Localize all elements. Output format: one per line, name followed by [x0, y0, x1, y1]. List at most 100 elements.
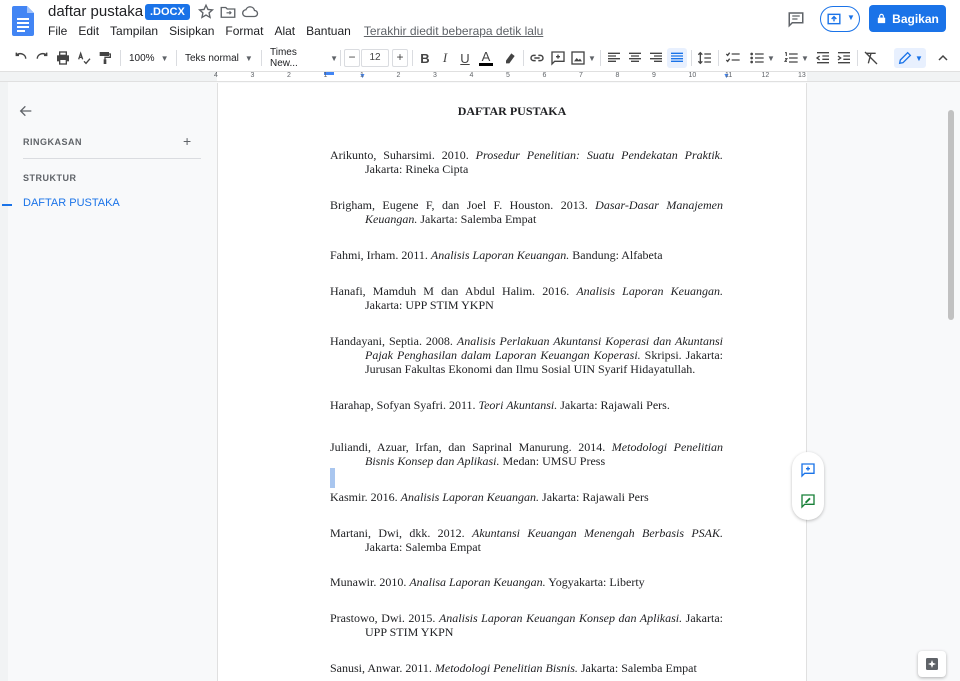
share-button[interactable]: Bagikan: [869, 5, 946, 32]
last-edit-link[interactable]: Terakhir diedit beberapa detik lalu: [364, 24, 543, 38]
decrease-indent-button[interactable]: [814, 48, 832, 68]
clear-formatting-button[interactable]: [862, 48, 880, 68]
reference-entry: Brigham, Eugene F, dan Joel F. Houston. …: [330, 198, 723, 226]
ruler-margin-left: [0, 72, 217, 82]
selection-highlight: [330, 468, 335, 488]
comment-history-icon[interactable]: [787, 10, 805, 28]
menu-help[interactable]: Bantuan: [306, 24, 351, 38]
menu-file[interactable]: File: [48, 24, 67, 38]
ruler-tick-label: 2: [396, 72, 401, 79]
toolbar-divider: [718, 50, 719, 66]
print-button[interactable]: [54, 48, 72, 68]
chevron-down-icon: ▼: [160, 53, 169, 63]
align-left-icon: [608, 52, 620, 62]
collapse-toolbar-button[interactable]: [934, 48, 952, 68]
app-header: daftar pustaka .DOCX File Edit Tampilan …: [0, 0, 960, 44]
reference-entry: Juliandi, Azuar, Irfan, dan Saprinal Man…: [330, 440, 723, 468]
font-family-select[interactable]: Times New... ▼: [270, 47, 338, 69]
add-comment-icon: [551, 51, 565, 66]
document-title[interactable]: daftar pustaka: [48, 3, 143, 20]
reference-entry: Prastowo, Dwi. 2015. Analisis Laporan Ke…: [330, 611, 723, 639]
increase-font-size-button[interactable]: +: [392, 49, 408, 67]
reference-title: Teori Akuntansi.: [478, 398, 558, 412]
paint-format-button[interactable]: [96, 48, 114, 68]
redo-button[interactable]: [33, 48, 51, 68]
horizontal-ruler[interactable]: ▼ ▼ 43211234567891011121314151617: [214, 72, 952, 82]
cloud-status-icon[interactable]: [241, 3, 259, 21]
ruler-tick-label: 7: [579, 72, 583, 79]
ruler-tick-label: 3: [433, 72, 437, 79]
style-value: Teks normal: [185, 52, 239, 64]
font-value: Times New...: [270, 47, 298, 69]
lock-icon: [877, 13, 886, 24]
menu-tools[interactable]: Alat: [274, 24, 295, 38]
menu-edit[interactable]: Edit: [78, 24, 99, 38]
vertical-ruler[interactable]: [0, 82, 8, 681]
increase-indent-button[interactable]: [835, 48, 853, 68]
align-right-button[interactable]: [647, 48, 665, 68]
reference-entry: Sanusi, Anwar. 2011. Metodologi Peneliti…: [330, 661, 723, 675]
reference-entry: Arikunto, Suharsimi. 2010. Prosedur Pene…: [330, 148, 723, 176]
ruler-tick-label: 9: [652, 72, 656, 79]
insert-link-button[interactable]: [528, 48, 546, 68]
numbered-list-button[interactable]: ▼: [781, 48, 811, 68]
reference-author-year: Arikunto, Suharsimi. 2010.: [330, 148, 476, 162]
menu-view[interactable]: Tampilan: [110, 24, 158, 38]
reference-title: Prosedur Penelitian: Suatu Pendekatan Pr…: [475, 148, 723, 162]
present-button[interactable]: ▼: [820, 6, 860, 32]
reference-entry: Fahmi, Irham. 2011. Analisis Laporan Keu…: [330, 248, 723, 262]
text-color-button[interactable]: A: [478, 48, 494, 68]
toolbar-divider: [261, 50, 262, 66]
insert-image-button[interactable]: ▼: [570, 48, 596, 68]
file-type-badge: .DOCX: [145, 4, 190, 20]
outline-item-daftar-pustaka[interactable]: DAFTAR PUSTAKA: [23, 197, 120, 209]
line-spacing-button[interactable]: [696, 48, 714, 68]
italic-button[interactable]: I: [437, 48, 453, 68]
ruler-tick-label: 4: [469, 72, 474, 79]
docs-logo-icon[interactable]: [12, 6, 34, 36]
reference-entry: Harahap, Sofyan Syafri. 2011. Teori Akun…: [330, 398, 723, 412]
add-comment-button[interactable]: [549, 48, 567, 68]
explore-sparkle-icon: [926, 658, 938, 670]
checklist-button[interactable]: [724, 48, 742, 68]
paragraph-style-select[interactable]: Teks normal ▼: [185, 48, 255, 68]
undo-button[interactable]: [12, 48, 30, 68]
reference-author-year: Kasmir. 2016.: [330, 490, 401, 504]
toolbar-divider: [340, 50, 341, 66]
add-summary-button[interactable]: +: [183, 133, 191, 149]
reference-entry: Handayani, Septia. 2008. Analisis Perlak…: [330, 334, 723, 376]
ruler-tick-label: 4: [214, 72, 218, 79]
explore-button[interactable]: [918, 651, 946, 677]
bulleted-list-button[interactable]: ▼: [747, 48, 777, 68]
suggest-edit-icon[interactable]: [800, 493, 816, 509]
zoom-select[interactable]: 100% ▼: [129, 48, 171, 68]
align-left-button[interactable]: [605, 48, 623, 68]
spellcheck-button[interactable]: [75, 48, 93, 68]
chevron-down-icon: ▼: [588, 53, 596, 63]
ruler-tick-label: 8: [615, 72, 620, 79]
reference-title: Analisis Laporan Keuangan Konsep dan Apl…: [438, 611, 683, 625]
editing-mode-button[interactable]: ▼: [894, 48, 926, 68]
decrease-font-size-button[interactable]: −: [344, 49, 360, 67]
vertical-scrollbar[interactable]: [948, 110, 954, 320]
ruler-margin-right: [807, 72, 960, 82]
align-center-button[interactable]: [626, 48, 644, 68]
back-arrow-icon[interactable]: [18, 103, 34, 119]
align-justify-icon: [671, 52, 683, 62]
add-comment-icon[interactable]: [800, 462, 816, 478]
reference-author-year: Fahmi, Irham. 2011.: [330, 248, 431, 262]
active-heading-marker: [2, 204, 12, 206]
reference-author-year: Juliandi, Azuar, Irfan, dan Saprinal Man…: [330, 440, 612, 454]
ruler-tick-label: 13: [798, 72, 806, 79]
menu-insert[interactable]: Sisipkan: [169, 24, 214, 38]
menu-format[interactable]: Format: [225, 24, 263, 38]
underline-button[interactable]: U: [457, 48, 473, 68]
justify-button[interactable]: [667, 48, 687, 68]
font-size-input[interactable]: 12: [361, 49, 389, 67]
highlight-button[interactable]: [501, 48, 519, 68]
document-page[interactable]: DAFTAR PUSTAKA Arikunto, Suharsimi. 2010…: [217, 83, 807, 681]
star-icon[interactable]: [197, 3, 215, 21]
bold-button[interactable]: B: [417, 48, 433, 68]
line-spacing-icon: [697, 51, 711, 65]
move-folder-icon[interactable]: [219, 3, 237, 21]
